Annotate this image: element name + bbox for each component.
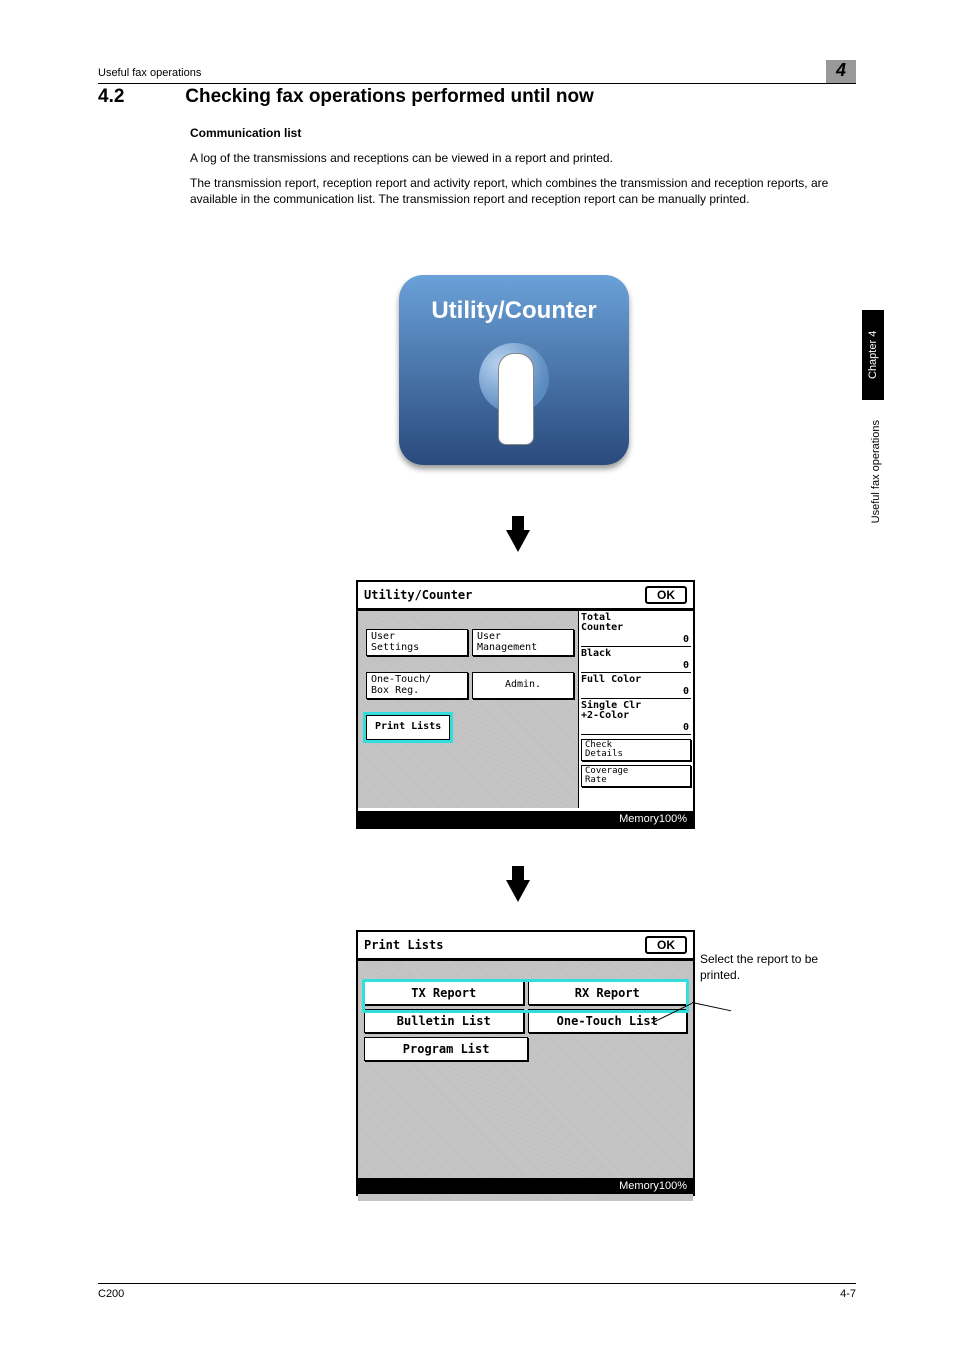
section-title-text: Checking fax operations performed until … — [185, 86, 594, 107]
paragraph-1: A log of the transmissions and reception… — [190, 150, 856, 166]
memory-indicator-1: Memory100% — [358, 811, 693, 827]
one-touch-box-reg-button[interactable]: One-Touch/ Box Reg. — [366, 672, 468, 699]
side-chapter-tab: Chapter 4 — [862, 310, 884, 400]
full-color-label: Full Color — [581, 675, 691, 685]
screen2-titlebar: Print Lists OK — [358, 932, 693, 961]
print-lists-button[interactable]: Print Lists — [366, 715, 450, 740]
program-list-button[interactable]: Program List — [364, 1037, 528, 1061]
arrow-down-icon — [506, 530, 530, 552]
ok-button[interactable]: OK — [645, 936, 687, 954]
print-lists-screen: Print Lists OK TX Report RX Report Bulle… — [356, 930, 695, 1196]
full-color-value: 0 — [683, 686, 689, 697]
screen1-titlebar: Utility/Counter OK — [358, 582, 693, 611]
utility-counter-hardkey[interactable]: Utility/Counter — [399, 275, 629, 465]
rx-report-button[interactable]: RX Report — [528, 981, 688, 1005]
check-details-button[interactable]: Check Details — [581, 739, 691, 761]
user-settings-button[interactable]: User Settings — [366, 629, 468, 656]
total-counter-value: 0 — [683, 634, 689, 645]
black-label: Black — [581, 649, 691, 659]
subheading: Communication list — [190, 126, 301, 140]
paragraph-2: The transmission report, reception repor… — [190, 175, 856, 207]
footer-page: 4-7 — [840, 1288, 856, 1300]
utility-counter-label: Utility/Counter — [399, 275, 629, 325]
ok-button[interactable]: OK — [645, 586, 687, 604]
admin-button[interactable]: Admin. — [472, 672, 574, 699]
arrow-down-icon — [506, 880, 530, 902]
section-number: 4.2 — [98, 86, 180, 108]
single-color-value: 0 — [683, 722, 689, 733]
one-touch-list-button[interactable]: One-Touch List — [528, 1009, 688, 1033]
user-management-button[interactable]: User Management — [472, 629, 574, 656]
screen1-title: Utility/Counter — [364, 588, 472, 602]
total-counter-label: Total Counter — [581, 613, 691, 633]
page-header: Useful fax operations 4 — [98, 60, 856, 84]
single-color-label: Single Clr +2-Color — [581, 701, 691, 721]
page-footer: C200 4-7 — [98, 1283, 856, 1300]
black-value: 0 — [683, 660, 689, 671]
chapter-badge: 4 — [826, 60, 856, 83]
tx-report-button[interactable]: TX Report — [364, 981, 524, 1005]
bulletin-list-button[interactable]: Bulletin List — [364, 1009, 524, 1033]
running-head: Useful fax operations — [98, 67, 201, 79]
screen2-title: Print Lists — [364, 938, 443, 952]
memory-indicator-2: Memory100% — [358, 1178, 693, 1194]
utility-counter-screen: Utility/Counter OK User Settings User Ma… — [356, 580, 695, 829]
coverage-rate-button[interactable]: Coverage Rate — [581, 765, 691, 787]
finger-press-icon — [474, 343, 554, 433]
section-heading: 4.2 Checking fax operations performed un… — [98, 86, 594, 108]
counter-pane: Total Counter 0 Black 0 Full Color 0 Sin… — [578, 611, 693, 808]
footer-model: C200 — [98, 1288, 124, 1300]
callout-text: Select the report to be printed. — [700, 952, 850, 983]
callout-leader-line — [692, 1002, 731, 1011]
side-section-title: Useful fax operations — [870, 420, 882, 523]
